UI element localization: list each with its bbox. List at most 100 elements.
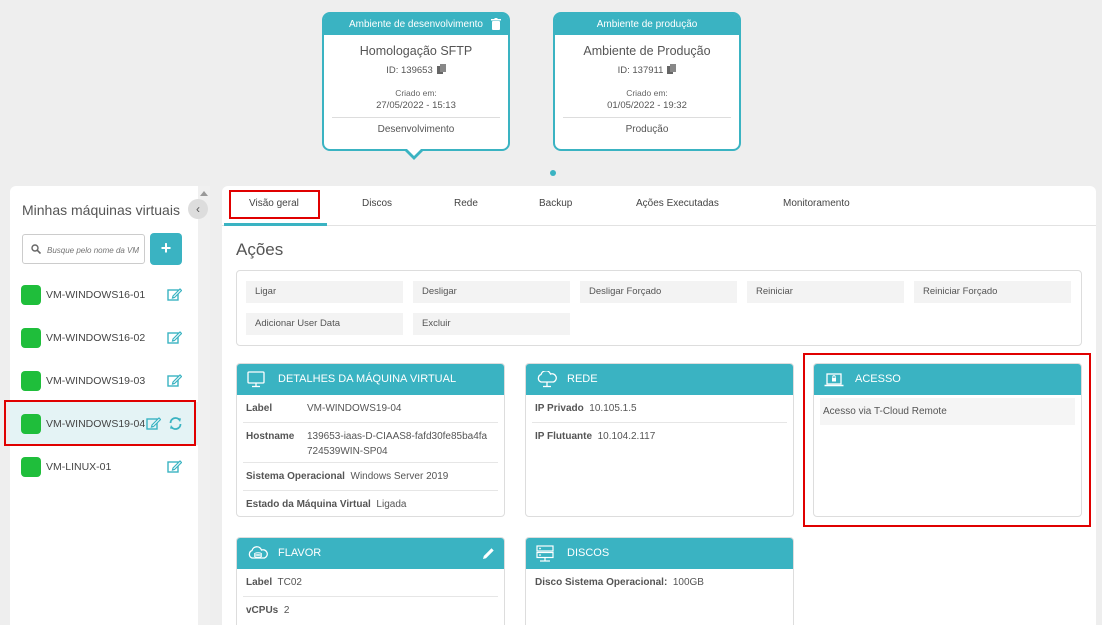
detail-value: 10.104.2.117	[597, 431, 656, 442]
copy-icon[interactable]	[667, 64, 677, 74]
detail-key: Estado da Máquina Virtual	[246, 499, 371, 510]
vm-status-indicator	[21, 457, 41, 477]
environment-card-development[interactable]: Ambiente de desenvolvimento Homologação …	[322, 12, 510, 160]
divider	[563, 117, 731, 118]
edit-icon[interactable]	[146, 416, 161, 431]
vm-name: VM-WINDOWS19-04	[46, 418, 146, 430]
created-date: 27/05/2022 - 15:13	[376, 100, 456, 111]
flavor-panel: FLAVOR Label TC02 vCPUs 2	[236, 537, 505, 625]
detail-row-label: Label VM-WINDOWS19-04	[243, 395, 498, 423]
tab-backup[interactable]: Backup	[539, 198, 572, 209]
chevron-left-icon: ‹	[196, 202, 200, 216]
vm-details-title: DETALHES DA MÁQUINA VIRTUAL	[278, 373, 457, 385]
carousel-dot[interactable]	[550, 170, 556, 176]
detail-key: Label	[246, 403, 273, 414]
cloud-stack-icon	[248, 546, 268, 559]
pencil-icon[interactable]	[482, 547, 495, 560]
edit-icon[interactable]	[167, 287, 182, 302]
detail-value: 10.105.1.5	[589, 403, 637, 414]
detail-key: IP Flutuante	[535, 431, 593, 442]
detail-key: Sistema Operacional	[246, 471, 345, 482]
flavor-header: FLAVOR	[237, 538, 504, 569]
environment-type-label: Ambiente de produção	[596, 19, 698, 30]
access-remote-link[interactable]: Acesso via T-Cloud Remote	[820, 398, 1075, 425]
trash-icon[interactable]	[491, 18, 501, 30]
detail-row-os: Sistema Operacional Windows Server 2019	[243, 463, 498, 491]
disks-panel: DISCOS Disco Sistema Operacional: 100GB	[525, 537, 794, 625]
action-restart-button[interactable]: Reiniciar	[747, 281, 904, 303]
environment-card-header: Ambiente de desenvolvimento	[324, 14, 508, 35]
action-force-restart-button[interactable]: Reiniciar Forçado	[914, 281, 1071, 303]
tab-overview[interactable]: Visão geral	[249, 198, 299, 209]
action-power-on-button[interactable]: Ligar	[246, 281, 403, 303]
flavor-title: FLAVOR	[278, 547, 322, 559]
actions-box: Ligar Desligar Desligar Forçado Reinicia…	[236, 270, 1082, 346]
sidebar-scrollbar[interactable]	[198, 186, 210, 625]
environment-id: ID: 139653	[324, 64, 508, 76]
server-icon	[536, 545, 554, 562]
vm-details-header: DETALHES DA MÁQUINA VIRTUAL	[237, 364, 504, 395]
access-title: ACESSO	[855, 373, 901, 385]
action-power-off-button[interactable]: Desligar	[413, 281, 570, 303]
selected-pointer	[404, 148, 424, 160]
tab-disks[interactable]: Discos	[362, 198, 392, 209]
created-label: Criado em:	[395, 88, 437, 98]
tab-network[interactable]: Rede	[454, 198, 478, 209]
created-date: 01/05/2022 - 19:32	[607, 100, 687, 111]
access-panel: ACESSO Acesso via T-Cloud Remote	[813, 363, 1082, 517]
copy-icon[interactable]	[436, 64, 446, 74]
environment-id-text: ID: 137911	[617, 65, 664, 76]
environment-card-header: Ambiente de produção	[555, 14, 739, 35]
network-row-private-ip: IP Privado 10.105.1.5	[532, 395, 787, 423]
detail-value: TC02	[277, 577, 302, 588]
tab-bar: Visão geral Discos Rede Backup Ações Exe…	[222, 186, 1096, 226]
environment-stage: Produção	[625, 124, 669, 135]
tab-monitoring[interactable]: Monitoramento	[783, 198, 850, 209]
access-header: ACESSO	[814, 364, 1081, 395]
vm-sidebar: Minhas máquinas virtuais ‹ + VM-WINDOWS1…	[10, 186, 210, 625]
vm-detail-panel: Visão geral Discos Rede Backup Ações Exe…	[222, 186, 1096, 625]
edit-icon[interactable]	[167, 373, 182, 388]
vm-status-indicator	[21, 371, 41, 391]
vm-status-indicator	[21, 328, 41, 348]
detail-value: 100GB	[672, 577, 704, 588]
tab-executed-actions[interactable]: Ações Executadas	[636, 198, 719, 209]
detail-key: Disco Sistema Operacional:	[535, 577, 668, 588]
sidebar-title: Minhas máquinas virtuais	[22, 202, 180, 218]
vm-search-input[interactable]	[47, 241, 141, 259]
vm-name: VM-WINDOWS16-01	[46, 289, 146, 301]
detail-row-state: Estado da Máquina Virtual Ligada	[243, 491, 498, 518]
add-vm-button[interactable]: +	[150, 233, 182, 265]
detail-value: Windows Server 2019	[350, 471, 449, 482]
vm-name: VM-LINUX-01	[46, 461, 112, 473]
collapse-sidebar-button[interactable]: ‹	[188, 199, 208, 219]
vm-list-item[interactable]: VM-WINDOWS16-02	[10, 316, 198, 359]
edit-icon[interactable]	[167, 330, 182, 345]
detail-value: VM-WINDOWS19-04	[307, 403, 402, 414]
disk-row-os: Disco Sistema Operacional: 100GB	[532, 569, 787, 596]
action-force-power-off-button[interactable]: Desligar Forçado	[580, 281, 737, 303]
vm-list-item[interactable]: VM-WINDOWS19-03	[10, 359, 198, 402]
environment-name: Ambiente de Produção	[583, 44, 711, 58]
network-header: REDE	[526, 364, 793, 395]
created-label: Criado em:	[626, 88, 668, 98]
search-icon	[31, 244, 41, 254]
vm-list-item[interactable]: VM-LINUX-01	[10, 445, 198, 488]
vm-list-item-active[interactable]: VM-WINDOWS19-04	[10, 402, 198, 445]
detail-value: 2	[283, 605, 290, 616]
network-row-floating-ip: IP Flutuante 10.104.2.117	[532, 423, 787, 450]
active-tab-indicator	[224, 223, 327, 226]
detail-key: IP Privado	[535, 403, 584, 414]
environment-id-text: ID: 139653	[386, 65, 433, 76]
access-method-text: Acesso via T-Cloud Remote	[823, 406, 947, 417]
vm-list-item[interactable]: VM-WINDOWS16-01	[10, 273, 198, 316]
scroll-up-arrow-icon[interactable]	[200, 191, 208, 196]
edit-icon[interactable]	[167, 459, 182, 474]
flavor-row-vcpus: vCPUs 2	[243, 597, 498, 624]
refresh-icon[interactable]	[168, 416, 183, 431]
environment-card-production[interactable]: Ambiente de produção Ambiente de Produçã…	[553, 12, 741, 151]
actions-title: Ações	[236, 240, 284, 259]
action-delete-button[interactable]: Excluir	[413, 313, 570, 335]
vm-name: VM-WINDOWS16-02	[46, 332, 146, 344]
action-add-user-data-button[interactable]: Adicionar User Data	[246, 313, 403, 335]
